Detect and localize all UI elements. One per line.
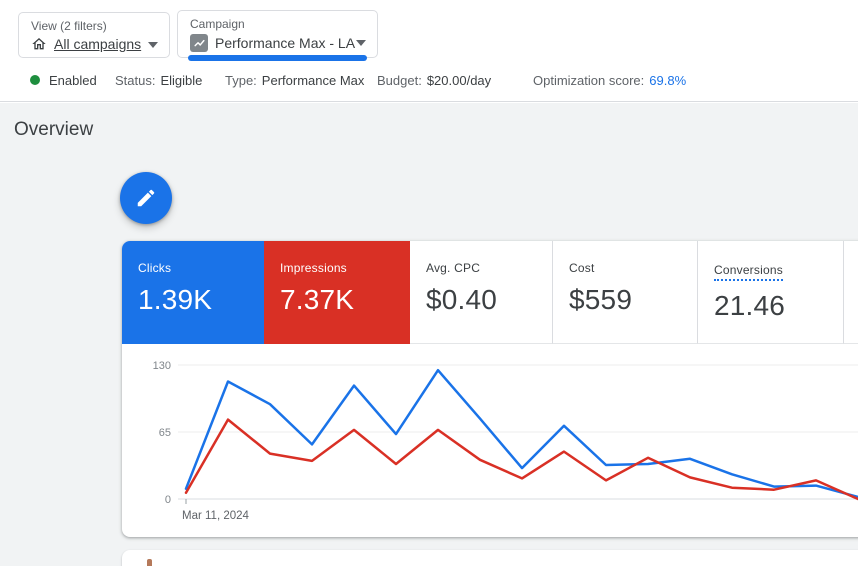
campaign-header: View (2 filters) All campaigns Campaign …	[0, 0, 858, 102]
optimization-score-field[interactable]: Optimization score: 69.8%	[533, 70, 686, 90]
chevron-down-icon	[148, 42, 158, 48]
campaign-chart-icon	[190, 34, 208, 52]
metric-tab-impressions[interactable]: Impressions 7.37K	[264, 241, 410, 344]
enabled-dot-icon	[30, 75, 40, 85]
metric-tabs: Clicks 1.39K Impressions 7.37K Avg. CPC …	[122, 241, 858, 344]
metric-label: Cost	[569, 261, 595, 275]
budget-field[interactable]: Budget: $20.00/day	[377, 70, 491, 90]
campaign-selector-dropdown[interactable]: Campaign Performance Max - LA	[177, 10, 378, 61]
chevron-down-icon	[356, 40, 366, 46]
view-filter-label: View (2 filters)	[31, 19, 107, 33]
page-title: Overview	[14, 119, 94, 140]
campaign-selector-value: Performance Max - LA	[215, 35, 356, 51]
y-tick-130: 130	[153, 360, 171, 372]
metric-value: 7.37K	[280, 284, 355, 315]
metric-value: 1.39K	[138, 284, 213, 315]
y-tick-0: 0	[165, 494, 171, 506]
metric-tab-clicks[interactable]: Clicks 1.39K	[122, 241, 264, 344]
view-filter-value: All campaigns	[54, 36, 142, 52]
budget-label: Budget:	[377, 72, 422, 88]
metric-value: $0.40	[426, 284, 498, 315]
metric-tab-cost[interactable]: Cost $559	[553, 241, 698, 344]
budget-value: $20.00/day	[426, 72, 492, 88]
campaign-selector-label: Campaign	[190, 17, 245, 31]
enabled-text: Enabled	[49, 72, 97, 88]
next-section-card	[122, 550, 858, 566]
overview-metrics-card: Clicks 1.39K Impressions 7.37K Avg. CPC …	[122, 241, 858, 537]
metric-tab-avg-cpc[interactable]: Avg. CPC $0.40	[410, 241, 553, 344]
home-icon	[31, 36, 47, 52]
metric-label: Avg. CPC	[426, 261, 481, 275]
y-tick-65: 65	[159, 427, 171, 439]
performance-line-chart[interactable]: 130 65 0 Mar 11, 2024	[122, 344, 858, 537]
optimization-score-label: Optimization score:	[533, 72, 645, 88]
status-label: Status:	[115, 72, 156, 88]
metric-label: Conversions	[714, 263, 783, 281]
metric-label: Clicks	[138, 261, 172, 275]
selected-tab-indicator	[188, 55, 367, 61]
metric-value: $559	[569, 284, 633, 315]
metric-tab-partial	[844, 241, 858, 344]
metric-tab-conversions[interactable]: Conversions 21.46	[698, 241, 844, 344]
next-card-icon	[147, 559, 152, 566]
view-filter-dropdown[interactable]: View (2 filters) All campaigns	[18, 12, 170, 58]
x-tick-date: Mar 11, 2024	[182, 510, 250, 522]
pencil-icon	[135, 187, 157, 209]
type-label: Type:	[225, 72, 257, 88]
metric-value: 21.46	[714, 290, 786, 321]
edit-button[interactable]	[120, 172, 172, 224]
status-value: Eligible	[160, 72, 203, 88]
metric-label: Impressions	[280, 261, 347, 275]
optimization-score-value: 69.8%	[649, 72, 687, 88]
enabled-status[interactable]: Enabled	[30, 70, 97, 90]
type-value: Performance Max	[261, 72, 365, 88]
type-field: Type: Performance Max	[225, 70, 364, 90]
status-field: Status: Eligible	[115, 70, 202, 90]
